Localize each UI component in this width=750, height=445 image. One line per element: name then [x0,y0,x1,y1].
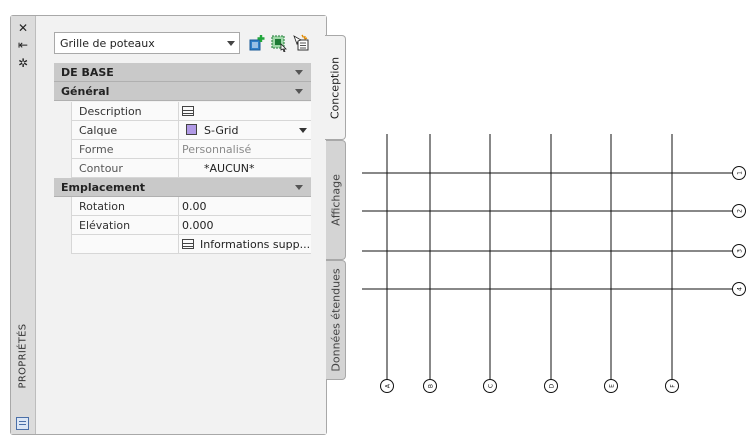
grid-label-col-f: F [670,384,677,388]
prop-name: Elévation [79,219,131,232]
section-location-label: Emplacement [61,181,146,194]
section-basic-label: DE BASE [61,66,114,79]
layer-value: S-Grid [204,124,239,137]
prop-value[interactable] [182,105,200,118]
auto-hide-icon[interactable]: ⇤ [15,38,31,52]
tab-label: Données étendues [329,268,342,372]
chevron-down-icon [227,41,235,46]
properties-palette: ✕ ⇤ ✲ PROPRIÉTÉS Grille de poteaux DE BA… [10,15,327,435]
prop-value[interactable]: 0.000 [182,219,214,232]
section-basic-header[interactable]: DE BASE [54,63,311,82]
section-general-label: Général [61,85,110,98]
grid-label-col-c: C [488,384,495,388]
tab-donnees-etendues[interactable]: Données étendues [326,260,346,380]
palette-title-strip: ✕ ⇤ ✲ PROPRIÉTÉS [11,16,36,434]
grid-label-row-2: 2 [737,209,744,213]
tab-label: Affichage [329,174,342,226]
grid-label-col-d: D [549,383,556,388]
prop-value[interactable]: S-Grid [186,124,238,137]
prop-name: Calque [79,124,118,137]
grid-label-row-4: 4 [737,287,744,291]
column-grid-drawing[interactable]: 1 2 3 4 A B C D E F [355,130,750,400]
section-general-header[interactable]: Général [54,82,311,101]
divider [178,235,179,253]
grid-label-row-1: 1 [737,171,744,175]
divider [178,216,179,234]
layer-color-swatch [186,124,197,135]
close-icon[interactable]: ✕ [15,21,31,35]
palette-menu-icon[interactable] [16,417,29,430]
collapse-icon[interactable] [295,89,303,94]
prop-layer[interactable]: Calque S-Grid [71,121,311,140]
prop-elevation[interactable]: Elévation 0.000 [71,216,311,235]
prop-value: Personnalisé [182,143,252,156]
prop-name: Forme [79,143,114,156]
prop-name: Rotation [79,200,126,213]
prop-name: Description [79,105,142,118]
extra-info-label: Informations supp... [200,238,311,251]
extra-info-button[interactable]: Informations supp... [182,238,310,251]
grid-label-col-b: B [428,384,435,388]
object-type-value: Grille de poteaux [60,37,155,50]
tab-conception[interactable]: Conception [325,35,346,140]
collapse-icon[interactable] [295,185,303,190]
add-selection-icon[interactable] [248,34,266,52]
prop-rotation[interactable]: Rotation 0.00 [71,197,311,216]
palette-title: PROPRIÉTÉS [17,323,29,389]
prop-value[interactable]: *AUCUN* [204,162,255,175]
prop-contour[interactable]: Contour *AUCUN* [71,159,311,178]
palette-content: Grille de poteaux DE BASE Général Descri… [36,16,326,434]
collapse-icon[interactable] [295,70,303,75]
toggle-pickadd-icon[interactable] [292,34,310,52]
section-location-header[interactable]: Emplacement [54,178,311,197]
grid-label-col-e: E [609,384,616,388]
tab-label: Conception [328,56,342,119]
table-icon [182,239,194,249]
settings-icon[interactable]: ✲ [15,56,31,70]
object-type-select[interactable]: Grille de poteaux [54,32,240,54]
prop-extra-info[interactable]: Informations supp... [71,235,311,254]
quick-select-icon[interactable] [270,34,288,52]
prop-shape: Forme Personnalisé [71,140,311,159]
divider [178,140,179,158]
prop-name: Contour [79,162,123,175]
prop-description[interactable]: Description [71,102,311,121]
grid-label-row-3: 3 [737,249,744,253]
tab-affichage[interactable]: Affichage [326,140,346,260]
prop-value[interactable]: 0.00 [182,200,207,213]
divider [178,102,179,120]
divider [178,197,179,215]
divider [178,121,179,139]
chevron-down-icon[interactable] [299,128,307,133]
table-icon[interactable] [182,106,194,116]
divider [178,159,179,177]
